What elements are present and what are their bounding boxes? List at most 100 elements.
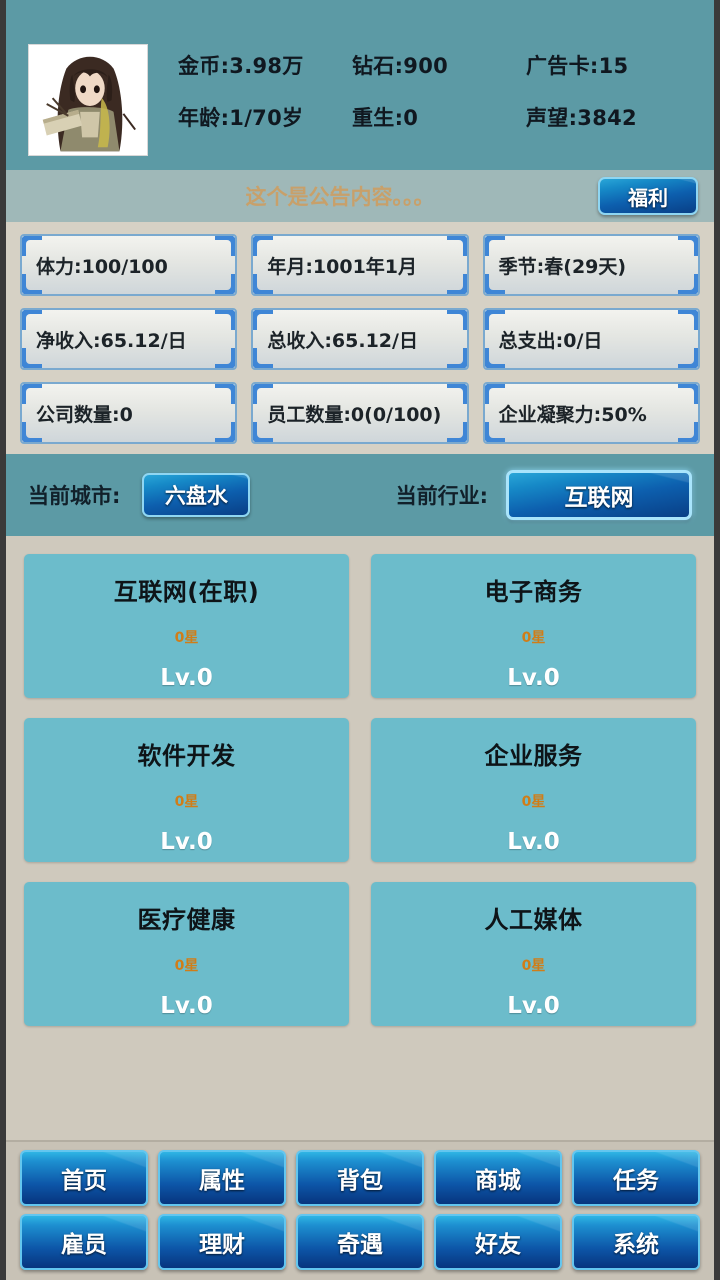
statbox-stamina[interactable]: 体力:100/100	[20, 234, 238, 296]
statbox-date[interactable]: 年月:1001年1月	[251, 234, 469, 296]
corner-bracket-icon	[677, 422, 698, 442]
industry-card-internet[interactable]: 互联网(在职) 0星 Lv.0	[24, 554, 349, 698]
corner-bracket-icon	[677, 348, 698, 368]
industry-card-level: Lv.0	[160, 829, 213, 855]
industry-card-level: Lv.0	[160, 993, 213, 1019]
industry-card-software[interactable]: 软件开发 0星 Lv.0	[24, 718, 349, 862]
industry-card-healthcare[interactable]: 医疗健康 0星 Lv.0	[24, 882, 349, 1026]
statbox-label: 年月:1001年1月	[267, 255, 418, 278]
nav-button-label: 好友	[475, 1232, 521, 1258]
stat-panel: 体力:100/100 年月:1001年1月 季节:春(29天) 净收入:65.1…	[6, 222, 714, 454]
industry-content: 互联网(在职) 0星 Lv.0 电子商务 0星 Lv.0 软件开发 0星 Lv.…	[6, 536, 714, 1140]
industry-card-stars: 0星	[521, 958, 546, 974]
corner-bracket-icon	[215, 310, 236, 330]
industry-card-stars: 0星	[174, 794, 199, 810]
statbox-label: 员工数量:0(0/100)	[267, 403, 442, 426]
corner-bracket-icon	[446, 310, 467, 330]
nav-button-backpack[interactable]: 背包	[296, 1150, 424, 1206]
industry-card-stars: 0星	[174, 630, 199, 646]
stat-reputation: 声望:3842	[526, 106, 637, 130]
announcement-bar: 这个是公告内容。。。 福利	[6, 170, 714, 222]
header-stats: 金币:3.98万 钻石:900 广告卡:15 年龄:1/70岁 重生:0 声望:…	[178, 50, 700, 132]
corner-bracket-icon	[215, 384, 236, 404]
bottom-navigation: 首页 属性 背包 商城 任务 雇员 理财 奇遇 好友 系统	[6, 1140, 714, 1280]
statbox-total-income[interactable]: 总收入:65.12/日	[251, 308, 469, 370]
corner-bracket-icon	[215, 348, 236, 368]
stat-rebirth: 重生:0	[352, 106, 419, 130]
statbox-label: 体力:100/100	[36, 255, 168, 278]
corner-bracket-icon	[215, 274, 236, 294]
stat-diamond: 钻石:900	[352, 54, 449, 78]
nav-button-label: 首页	[61, 1168, 107, 1194]
avatar-artwork	[29, 45, 147, 155]
corner-bracket-icon	[446, 274, 467, 294]
corner-bracket-icon	[446, 384, 467, 404]
corner-bracket-icon	[446, 236, 467, 256]
industry-card-level: Lv.0	[160, 665, 213, 691]
statbox-label: 季节:春(29天)	[498, 255, 627, 278]
announcement-text: 这个是公告内容。。。	[245, 185, 435, 209]
current-industry-value: 互联网	[564, 485, 634, 511]
game-screen: 金币:3.98万 钻石:900 广告卡:15 年龄:1/70岁 重生:0 声望:…	[0, 0, 720, 1280]
corner-bracket-icon	[446, 348, 467, 368]
nav-button-system[interactable]: 系统	[572, 1214, 700, 1270]
industry-card-ai-media[interactable]: 人工媒体 0星 Lv.0	[371, 882, 696, 1026]
stat-gold: 金币:3.98万	[178, 54, 304, 78]
industry-card-stars: 0星	[174, 958, 199, 974]
nav-button-label: 任务	[613, 1168, 659, 1194]
industry-card-name: 互联网(在职)	[113, 578, 260, 606]
corner-bracket-icon	[677, 274, 698, 294]
nav-button-finance[interactable]: 理财	[158, 1214, 286, 1270]
welfare-button-label: 福利	[628, 185, 668, 210]
statbox-label: 公司数量:0	[36, 403, 133, 426]
nav-button-employees[interactable]: 雇员	[20, 1214, 148, 1270]
nav-button-friends[interactable]: 好友	[434, 1214, 562, 1270]
current-city-label: 当前城市:	[28, 484, 121, 508]
statbox-employee-count[interactable]: 员工数量:0(0/100)	[251, 382, 469, 444]
statbox-label: 总支出:0/日	[498, 329, 603, 352]
nav-button-label: 理财	[199, 1232, 245, 1258]
nav-button-shop[interactable]: 商城	[434, 1150, 562, 1206]
statbox-company-count[interactable]: 公司数量:0	[20, 382, 238, 444]
corner-bracket-icon	[446, 422, 467, 442]
nav-button-quests[interactable]: 任务	[572, 1150, 700, 1206]
current-city-button[interactable]: 六盘水	[142, 473, 251, 517]
corner-bracket-icon	[215, 236, 236, 256]
industry-card-name: 软件开发	[137, 742, 236, 770]
nav-button-home[interactable]: 首页	[20, 1150, 148, 1206]
industry-card-level: Lv.0	[507, 665, 560, 691]
current-industry-button[interactable]: 互联网	[506, 470, 692, 520]
corner-bracket-icon	[677, 310, 698, 330]
industry-card-name: 电子商务	[484, 578, 583, 606]
industry-card-name: 人工媒体	[484, 906, 583, 934]
statbox-net-income[interactable]: 净收入:65.12/日	[20, 308, 238, 370]
industry-card-name: 医疗健康	[137, 906, 236, 934]
industry-card-enterprise-service[interactable]: 企业服务 0星 Lv.0	[371, 718, 696, 862]
selector-row: 当前城市: 六盘水 当前行业: 互联网	[6, 454, 714, 536]
nav-button-label: 商城	[475, 1168, 521, 1194]
nav-button-label: 系统	[613, 1232, 659, 1258]
stat-ad-card: 广告卡:15	[526, 54, 629, 78]
nav-button-label: 雇员	[61, 1232, 107, 1258]
nav-button-label: 背包	[337, 1168, 383, 1194]
welfare-button[interactable]: 福利	[598, 177, 698, 215]
industry-card-stars: 0星	[521, 794, 546, 810]
player-header: 金币:3.98万 钻石:900 广告卡:15 年龄:1/70岁 重生:0 声望:…	[6, 0, 714, 170]
avatar[interactable]	[28, 44, 148, 156]
industry-card-name: 企业服务	[484, 742, 583, 770]
statbox-label: 净收入:65.12/日	[36, 329, 187, 352]
nav-button-adventure[interactable]: 奇遇	[296, 1214, 424, 1270]
industry-card-stars: 0星	[521, 630, 546, 646]
corner-bracket-icon	[215, 422, 236, 442]
stat-age: 年龄:1/70岁	[178, 106, 304, 130]
statbox-total-expense[interactable]: 总支出:0/日	[482, 308, 700, 370]
corner-bracket-icon	[677, 384, 698, 404]
statbox-cohesion[interactable]: 企业凝聚力:50%	[482, 382, 700, 444]
nav-button-label: 属性	[199, 1168, 245, 1194]
industry-card-ecommerce[interactable]: 电子商务 0星 Lv.0	[371, 554, 696, 698]
statbox-season[interactable]: 季节:春(29天)	[482, 234, 700, 296]
statbox-label: 企业凝聚力:50%	[498, 403, 647, 426]
industry-card-grid: 互联网(在职) 0星 Lv.0 电子商务 0星 Lv.0 软件开发 0星 Lv.…	[24, 554, 696, 1026]
industry-card-level: Lv.0	[507, 829, 560, 855]
nav-button-attributes[interactable]: 属性	[158, 1150, 286, 1206]
